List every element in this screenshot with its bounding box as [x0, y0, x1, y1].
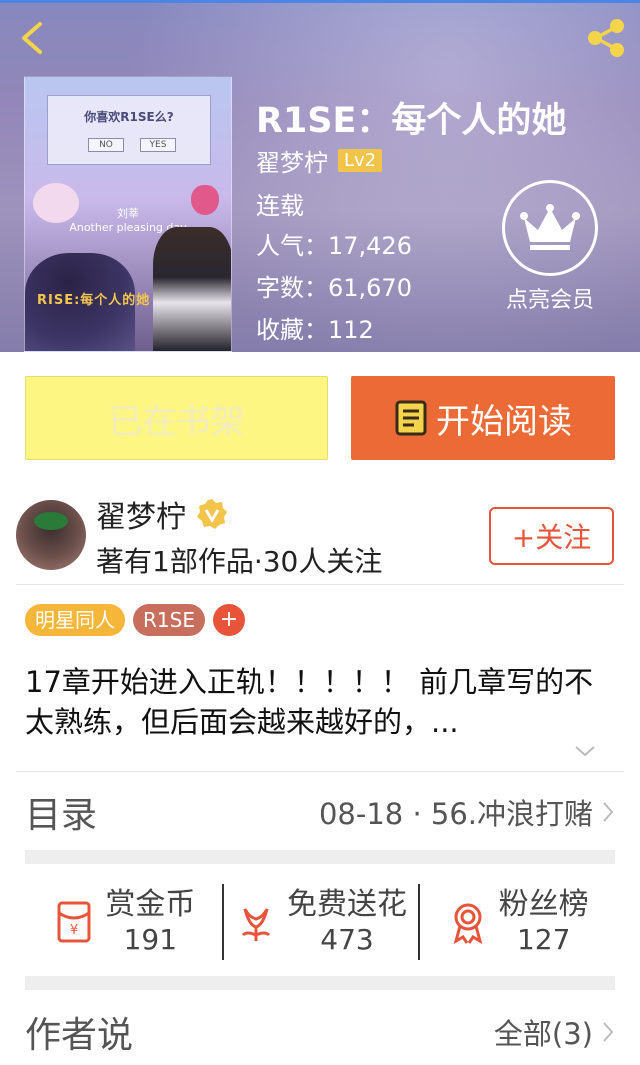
- tag-r1se[interactable]: R1SE: [133, 604, 205, 636]
- svg-text:¥: ¥: [70, 923, 78, 938]
- author-notes-all-label: 全部(3): [493, 1017, 593, 1051]
- chevron-right-icon: [603, 1022, 614, 1042]
- in-bookshelf-button[interactable]: 已在书架: [25, 376, 328, 460]
- reward-coins-button[interactable]: ¥ 赏金币 191: [25, 872, 222, 972]
- chevron-right-icon: [603, 802, 614, 822]
- perk-bar: ¥ 赏金币 191 免费送花 473 粉丝榜 127: [25, 872, 615, 972]
- header-author-row: 翟梦柠 Lv2: [256, 143, 383, 178]
- start-reading-label: 开始阅读: [436, 401, 572, 442]
- cover-no-label: NO: [88, 138, 124, 152]
- author-notes-label: 作者说: [25, 1015, 134, 1056]
- share-button[interactable]: [584, 18, 628, 58]
- reward-coins-label: 赏金币: [105, 887, 196, 922]
- cover-title-art: RISE:每个人的她: [37, 293, 151, 308]
- free-flower-button[interactable]: 免费送花 473: [221, 872, 419, 972]
- book-title: R1SE：每个人的她: [256, 101, 567, 141]
- verified-badge-icon: [197, 499, 227, 529]
- favorites-stat: 收藏：112: [256, 316, 374, 344]
- free-flower-value: 473: [320, 923, 374, 956]
- vip-button[interactable]: 点亮会员: [498, 180, 602, 313]
- cover-yes-label: YES: [140, 138, 176, 152]
- fan-ranking-label: 粉丝榜: [498, 887, 589, 922]
- author-notes-row[interactable]: 作者说 全部(3): [25, 1002, 615, 1062]
- medal-icon: [453, 903, 483, 945]
- toc-latest: 08-18 · 56.冲浪打赌: [319, 791, 615, 833]
- toc-label: 目录: [25, 795, 98, 836]
- cover-dialog-art: 你喜欢R1SE么? NO YES: [47, 95, 211, 165]
- vip-label: 点亮会员: [505, 288, 594, 313]
- section-spacer: [25, 850, 615, 864]
- chevron-left-icon: [22, 22, 42, 54]
- book-icon: [395, 400, 427, 436]
- flower-icon: [241, 908, 271, 941]
- free-flower-label: 免费送花: [287, 887, 407, 922]
- tag-list: 明星同人 R1SE +: [25, 604, 253, 636]
- add-tag-button[interactable]: +: [212, 604, 245, 636]
- cover-figure-right: [153, 227, 231, 351]
- fan-ranking-value: 127: [516, 923, 571, 956]
- avatar-hat: [34, 512, 68, 530]
- red-envelope-icon: ¥: [57, 901, 91, 943]
- progress-line: [0, 0, 640, 3]
- book-description[interactable]: 17章开始进入正轨！！！！！ 前几章写的不太熟练，但后面会越来越好的，...: [25, 662, 615, 742]
- back-button[interactable]: [14, 18, 54, 58]
- tag-star-fanfic[interactable]: 明星同人: [25, 604, 125, 636]
- word-count-stat: 字数：61,670: [256, 274, 412, 302]
- cover-line1: 刘莘: [117, 207, 139, 220]
- crown-icon: [520, 204, 580, 250]
- author-avatar[interactable]: [16, 500, 86, 570]
- header-author-name[interactable]: 翟梦柠: [256, 143, 328, 178]
- divider: [16, 584, 624, 585]
- section-spacer: [25, 976, 615, 990]
- reward-coins-value: 191: [123, 923, 178, 956]
- author-name[interactable]: 翟梦柠: [96, 492, 186, 536]
- author-notes-all: 全部(3): [494, 1011, 615, 1053]
- book-header: 你喜欢R1SE么? NO YES 刘莘 Another pleasing day …: [0, 0, 640, 352]
- author-meta: 著有1部作品·30人关注: [96, 545, 383, 578]
- serial-status: 连载: [256, 192, 304, 220]
- start-reading-button[interactable]: 开始阅读: [351, 376, 615, 460]
- author-name-row: 翟梦柠: [96, 492, 228, 536]
- level-badge: Lv2: [338, 148, 383, 172]
- follow-button[interactable]: +关注: [489, 507, 614, 565]
- divider: [16, 771, 624, 772]
- popularity-stat: 人气：17,426: [256, 232, 412, 260]
- chevron-down-icon[interactable]: [574, 744, 596, 758]
- table-of-contents-row[interactable]: 目录 08-18 · 56.冲浪打赌: [25, 782, 615, 842]
- book-cover[interactable]: 你喜欢R1SE么? NO YES 刘莘 Another pleasing day …: [24, 76, 232, 352]
- fan-ranking-button[interactable]: 粉丝榜 127: [418, 872, 615, 972]
- vip-circle: [502, 180, 598, 276]
- latest-chapter: 08-18 · 56.冲浪打赌: [318, 797, 593, 831]
- share-icon: [588, 19, 624, 57]
- cover-question: 你喜欢R1SE么?: [84, 110, 174, 124]
